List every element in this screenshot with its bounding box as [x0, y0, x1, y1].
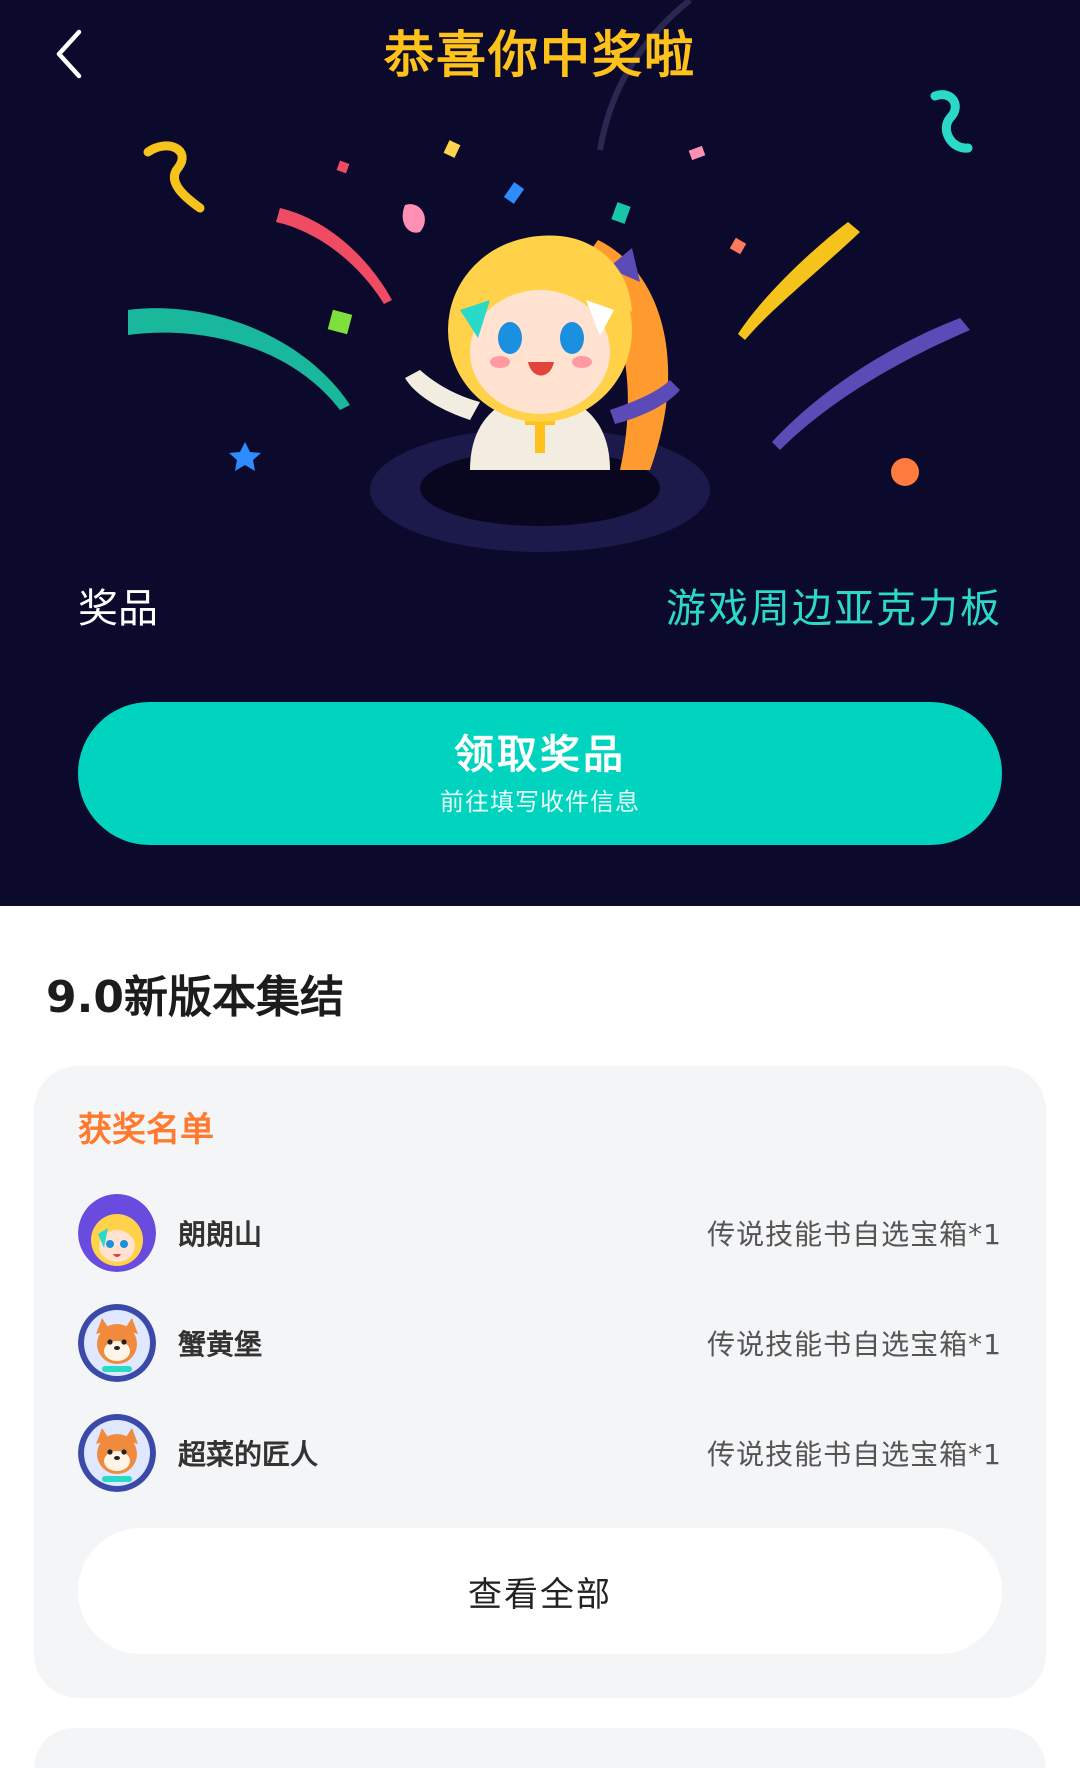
prize-label: 奖品	[78, 586, 158, 632]
winners-title: 获奖名单	[78, 1110, 214, 1150]
next-card-edge	[34, 1728, 1046, 1768]
claim-prize-label: 领取奖品	[454, 731, 626, 778]
prize-name: 游戏周边亚克力板	[666, 586, 1002, 632]
view-all-button[interactable]: 查看全部	[78, 1528, 1002, 1654]
winner-row: 朗朗山 传说技能书自选宝箱*1	[78, 1194, 1002, 1272]
winner-reward: 传说技能书自选宝箱*1	[707, 1438, 1002, 1471]
anime-girl-avatar	[78, 1194, 156, 1272]
shiba-dog-avatar	[78, 1304, 156, 1382]
winner-name: 蟹黄堡	[178, 1328, 263, 1361]
celebration-illustration	[128, 0, 973, 552]
winner-row: 蟹黄堡 传说技能书自选宝箱*1	[78, 1304, 1002, 1382]
claim-prize-button[interactable]: 领取奖品 前往填写收件信息	[78, 702, 1002, 845]
winner-reward: 传说技能书自选宝箱*1	[707, 1328, 1002, 1361]
shiba-dog-avatar	[78, 1414, 156, 1492]
page-title: 恭喜你中奖啦	[384, 26, 696, 84]
winner-name: 朗朗山	[178, 1218, 263, 1251]
winner-row: 超菜的匠人 传说技能书自选宝箱*1	[78, 1414, 1002, 1492]
prize-hero: 恭喜你中奖啦 奖品 游戏周边亚克力板 领取奖品 前往填写收件信息	[0, 0, 1080, 906]
claim-prize-sublabel: 前往填写收件信息	[440, 787, 640, 816]
section-title: 9.0新版本集结	[46, 972, 344, 1023]
winner-reward: 传说技能书自选宝箱*1	[707, 1218, 1002, 1251]
winner-name: 超菜的匠人	[178, 1438, 319, 1471]
winners-card: 获奖名单 朗朗山 传说技能书自选宝箱*1 蟹黄堡 传说技能书自选宝箱*1 超菜的…	[34, 1066, 1046, 1698]
